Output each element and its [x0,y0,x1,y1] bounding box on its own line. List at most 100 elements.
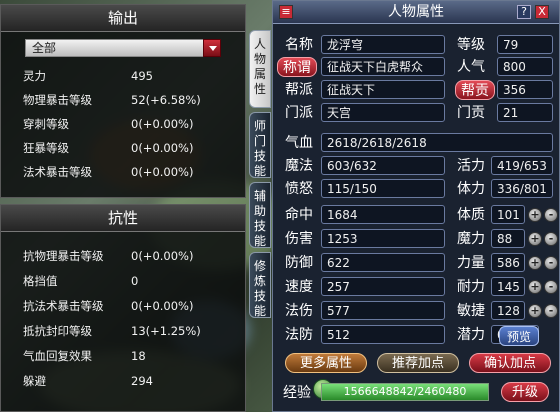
attribute-label: 体质 [457,207,485,223]
guild-contribution-button[interactable]: 帮贡 [455,80,495,100]
output-row: 狂暴等级 0(+0.00%) [23,139,193,157]
resist-row: 格挡值 0 [23,272,138,290]
output-row-label: 狂暴等级 [23,141,69,155]
resist-row: 气血回复效果 18 [23,347,146,365]
attribute-minus-icon[interactable]: - [544,280,558,294]
attribute-label: 敏捷 [457,303,485,319]
resist-row-label: 格挡值 [23,274,58,288]
resist-row: 抵抗封印等级 13(+1.25%) [23,322,201,340]
help-glyph: ? [521,5,527,18]
resist-row-value: 0 [131,274,139,288]
output-filter-select[interactable]: 全部 [25,39,221,57]
resist-row: 抗法术暴击等级 0(+0.00%) [23,297,193,315]
output-row: 灵力 495 [23,67,153,85]
resist-row-value: 294 [131,374,153,388]
output-row-value: 52(+6.58%) [131,93,201,107]
tab-school-skills[interactable]: 师门技能 [249,112,271,178]
name-field: 龙浮穹 [321,35,445,54]
tab-label: 辅助技能 [253,189,266,248]
resist-row-label: 抗法术暴击等级 [23,299,104,313]
output-row-value: 495 [131,69,153,83]
attribute-value: 586 [491,253,525,272]
school-label: 门派 [285,105,313,121]
tab-label: 人物属性 [253,37,266,96]
name-label: 名称 [285,37,313,53]
level-up-button[interactable]: 升级 [501,382,549,402]
guild-field: 征战天下 [321,80,445,99]
attribute-minus-icon[interactable]: - [544,208,558,222]
stat-value: 257 [321,277,445,296]
anger-label: 愤怒 [285,181,313,197]
more-attributes-button[interactable]: 更多属性 [285,353,367,373]
school-contribution-field: 21 [497,103,553,122]
attribute-minus-icon[interactable]: - [544,304,558,318]
confirm-points-button[interactable]: 确认加点 [469,353,551,373]
output-row: 穿刺等级 0(+0.00%) [23,115,193,133]
attribute-label: 耐力 [457,279,485,295]
stat-label: 伤害 [285,231,313,247]
mp-field: 603/632 [321,156,445,175]
tab-character-attributes[interactable]: 人物属性 [249,30,271,108]
attribute-value: 145 [491,277,525,296]
output-row-label: 法术暴击等级 [23,165,92,179]
attribute-plus-icon[interactable]: + [528,280,542,294]
character-attributes-panel: 人物属性 ≡ ? X 名称 龙浮穹 等级 79 称谓 征战天下白虎帮众 人气 8… [272,0,560,412]
resist-row-value: 18 [131,349,146,363]
attribute-minus-icon[interactable]: - [544,232,558,246]
attribute-label: 潜力 [457,327,485,343]
resist-row-label: 气血回复效果 [23,349,92,363]
hp-field: 2618/2618/2618 [321,133,553,152]
stat-label: 命中 [285,207,313,223]
resist-row-label: 抗物理暴击等级 [23,249,104,263]
resist-row-value: 0(+0.00%) [131,299,194,313]
output-row: 物理暴击等级 52(+6.58%) [23,91,201,109]
preview-button[interactable]: 预览 [499,326,539,346]
stat-value: 622 [321,253,445,272]
stat-value: 1253 [321,229,445,248]
output-row-label: 物理暴击等级 [23,93,92,107]
output-panel-title: 输出 [1,5,245,32]
title-field: 征战天下白虎帮众 [321,57,445,76]
attribute-minus-icon[interactable]: - [544,256,558,270]
close-glyph: X [538,5,546,18]
popularity-field: 800 [497,57,553,76]
help-icon[interactable]: ? [517,5,531,19]
resist-row: 抗物理暴击等级 0(+0.00%) [23,247,193,265]
output-row-value: 0(+0.00%) [131,141,194,155]
level-label: 等级 [457,37,485,53]
output-row-label: 穿刺等级 [23,117,69,131]
attribute-plus-icon[interactable]: + [528,208,542,222]
tab-cultivation-skills[interactable]: 修炼技能 [249,252,271,318]
attribute-plus-icon[interactable]: + [528,232,542,246]
output-filter-value: 全部 [32,41,57,55]
output-panel: 输出 全部 灵力 495 物理暴击等级 52(+6.58%) 穿刺等级 0(+0.00%)… [0,4,246,198]
school-field: 天宫 [321,103,445,122]
vitality-label: 活力 [457,158,485,174]
stamina-field: 336/801 [491,179,553,198]
attribute-value: 88 [491,229,525,248]
resist-row-label: 抵抗封印等级 [23,324,92,338]
level-field: 79 [497,35,553,54]
guild-label: 帮派 [285,82,313,98]
stamina-label: 体力 [457,181,485,197]
attribute-value: 128 [491,301,525,320]
attribute-plus-icon[interactable]: + [528,304,542,318]
stat-value: 577 [321,301,445,320]
title-button[interactable]: 称谓 [277,57,317,77]
close-icon[interactable]: X [535,5,549,19]
recommend-points-button[interactable]: 推荐加点 [377,353,459,373]
stat-label: 法伤 [285,303,313,319]
tab-assist-skills[interactable]: 辅助技能 [249,182,271,248]
resist-panel: 抗性 抗物理暴击等级 0(+0.00%) 格挡值 0 抗法术暴击等级 0(+0.00%) 抵… [0,204,246,412]
popularity-label: 人气 [457,59,485,75]
output-row: 法术暴击等级 0(+0.00%) [23,163,193,181]
resist-row-label: 躲避 [23,374,46,388]
menu-icon[interactable]: ≡ [279,5,293,19]
stat-value: 1684 [321,205,445,224]
resist-row-value: 0(+0.00%) [131,249,194,263]
vitality-field: 419/653 [491,156,553,175]
chevron-down-icon[interactable] [203,39,221,57]
attribute-plus-icon[interactable]: + [528,256,542,270]
stat-label: 法防 [285,327,313,343]
exp-label: 经验 [283,385,311,401]
